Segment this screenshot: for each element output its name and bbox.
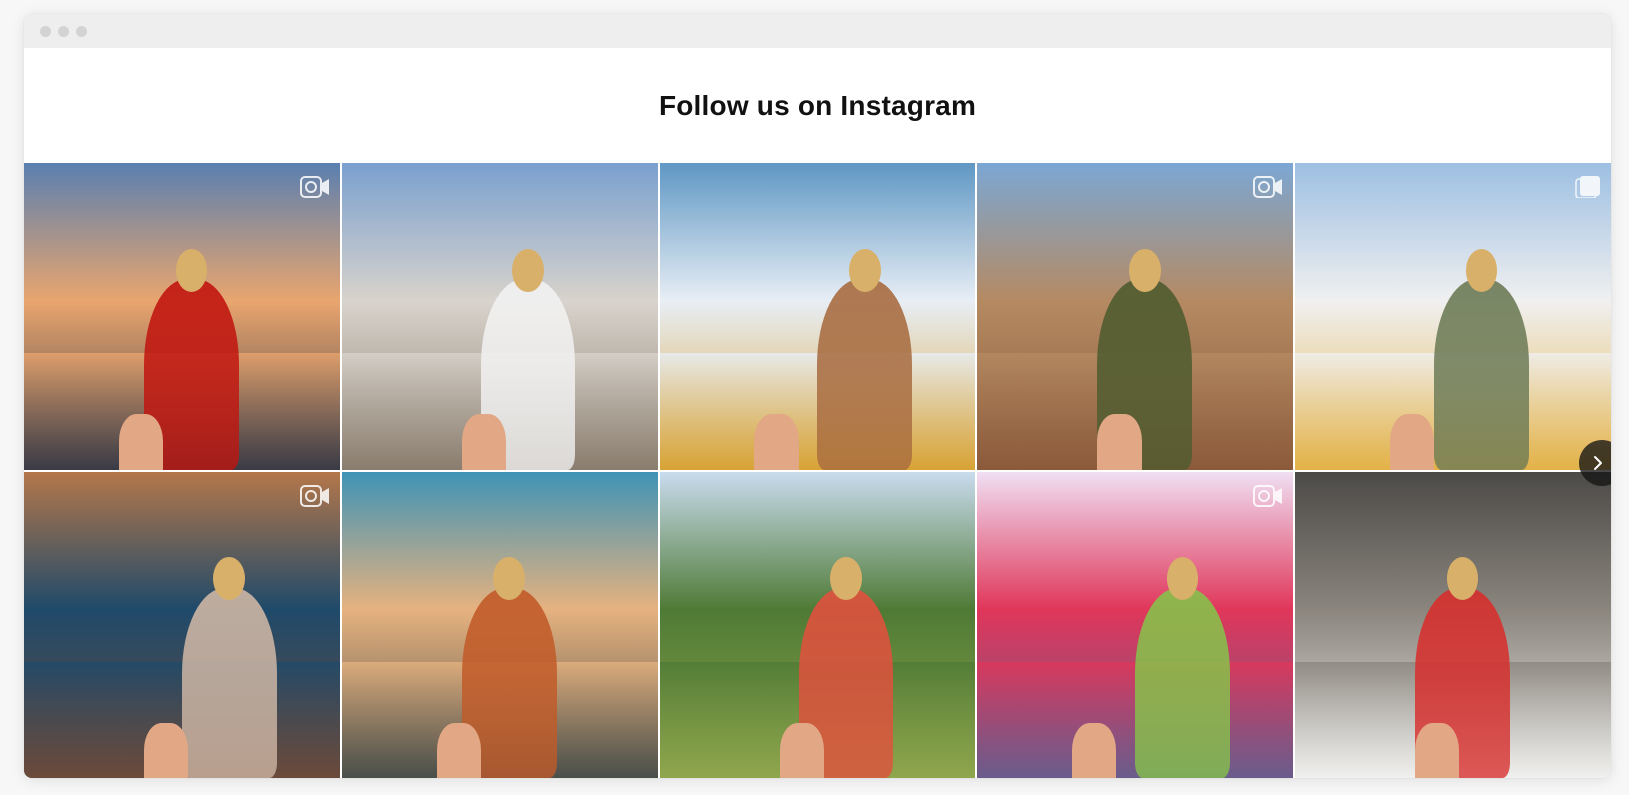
post-image — [659, 471, 976, 778]
post-image — [977, 471, 1294, 778]
instagram-feed-grid — [24, 163, 1611, 778]
post-image — [1295, 471, 1611, 778]
browser-window: Follow us on Instagram — [24, 14, 1611, 778]
instagram-post[interactable] — [977, 471, 1294, 778]
window-minimize-dot[interactable] — [58, 25, 69, 37]
instagram-post[interactable] — [341, 471, 658, 778]
post-image — [977, 163, 1294, 470]
window-maximize-dot[interactable] — [76, 25, 87, 37]
instagram-post[interactable] — [341, 163, 658, 470]
post-image — [341, 471, 658, 778]
video-icon — [1253, 176, 1283, 198]
instagram-post[interactable] — [24, 471, 340, 778]
chevron-right-icon — [1594, 456, 1602, 470]
video-icon — [299, 176, 330, 198]
instagram-header: Follow us on Instagram — [24, 48, 1611, 163]
post-image — [1295, 163, 1611, 470]
video-icon — [1253, 484, 1283, 507]
video-icon — [299, 484, 330, 507]
window-close-dot[interactable] — [40, 25, 51, 37]
instagram-post[interactable] — [1295, 163, 1611, 470]
post-image — [659, 163, 976, 470]
instagram-post[interactable] — [659, 163, 976, 470]
instagram-post[interactable] — [1295, 471, 1611, 778]
instagram-post[interactable] — [659, 471, 976, 778]
post-image — [341, 163, 658, 470]
window-titlebar — [24, 14, 1611, 48]
instagram-post[interactable] — [24, 163, 340, 470]
instagram-post[interactable] — [977, 163, 1294, 470]
page-title: Follow us on Instagram — [658, 89, 977, 121]
post-image — [24, 163, 340, 470]
post-image — [24, 471, 340, 778]
gallery-icon — [1571, 176, 1601, 199]
